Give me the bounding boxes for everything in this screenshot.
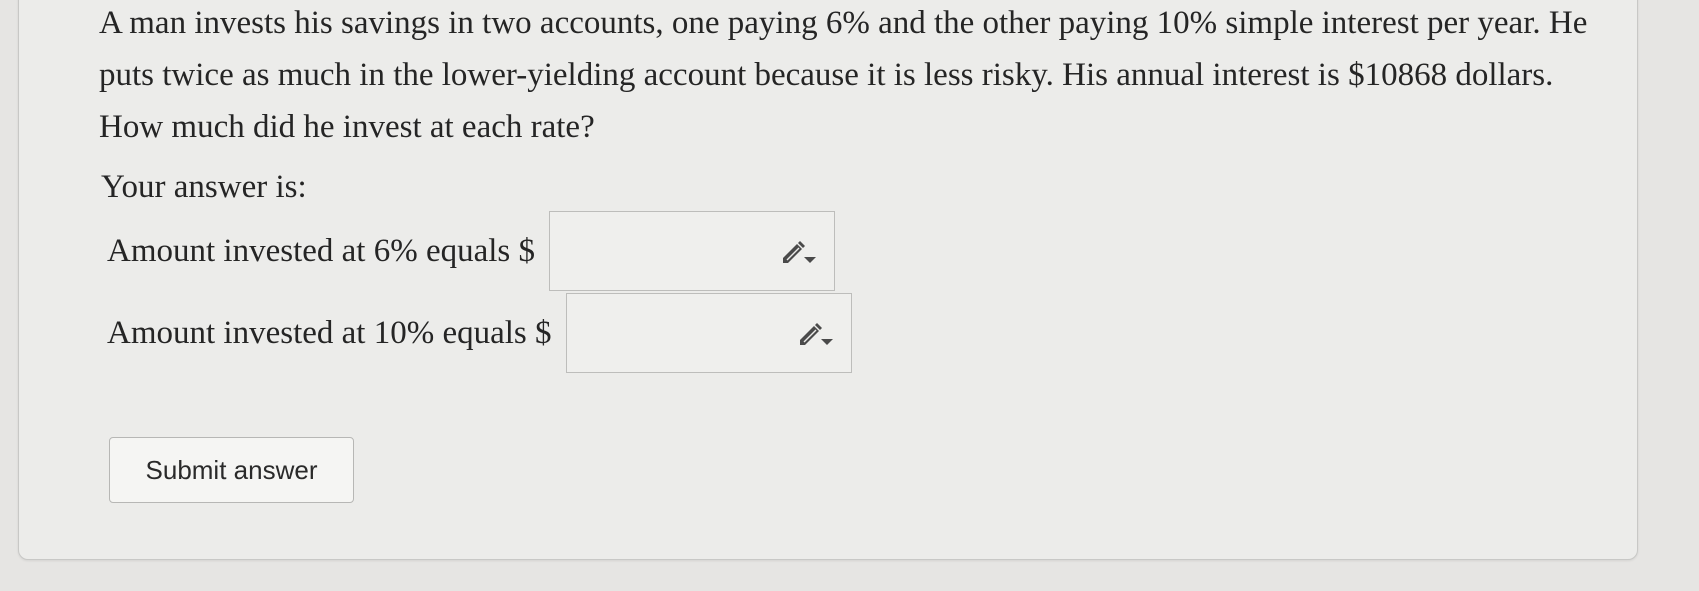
submit-answer-button[interactable]: Submit answer (109, 437, 354, 503)
answer-intro: Your answer is: (101, 169, 307, 205)
answer-label-10-percent: Amount invested at 10% equals $ (107, 315, 552, 351)
edit-pencil-dropdown-icon[interactable] (797, 322, 835, 348)
edit-pencil-dropdown-icon[interactable] (780, 240, 818, 266)
answer-row-6-percent: Amount invested at 6% equals $ (107, 211, 836, 291)
answer-label-6-percent: Amount invested at 6% equals $ (107, 233, 536, 269)
answer-row-10-percent: Amount invested at 10% equals $ (107, 293, 852, 373)
answer-box-6-percent[interactable] (549, 211, 836, 291)
answer-box-10-percent[interactable] (565, 293, 852, 373)
question-panel: A man invests his savings in two account… (18, 0, 1638, 560)
question-text: A man invests his savings in two account… (99, 5, 1588, 145)
